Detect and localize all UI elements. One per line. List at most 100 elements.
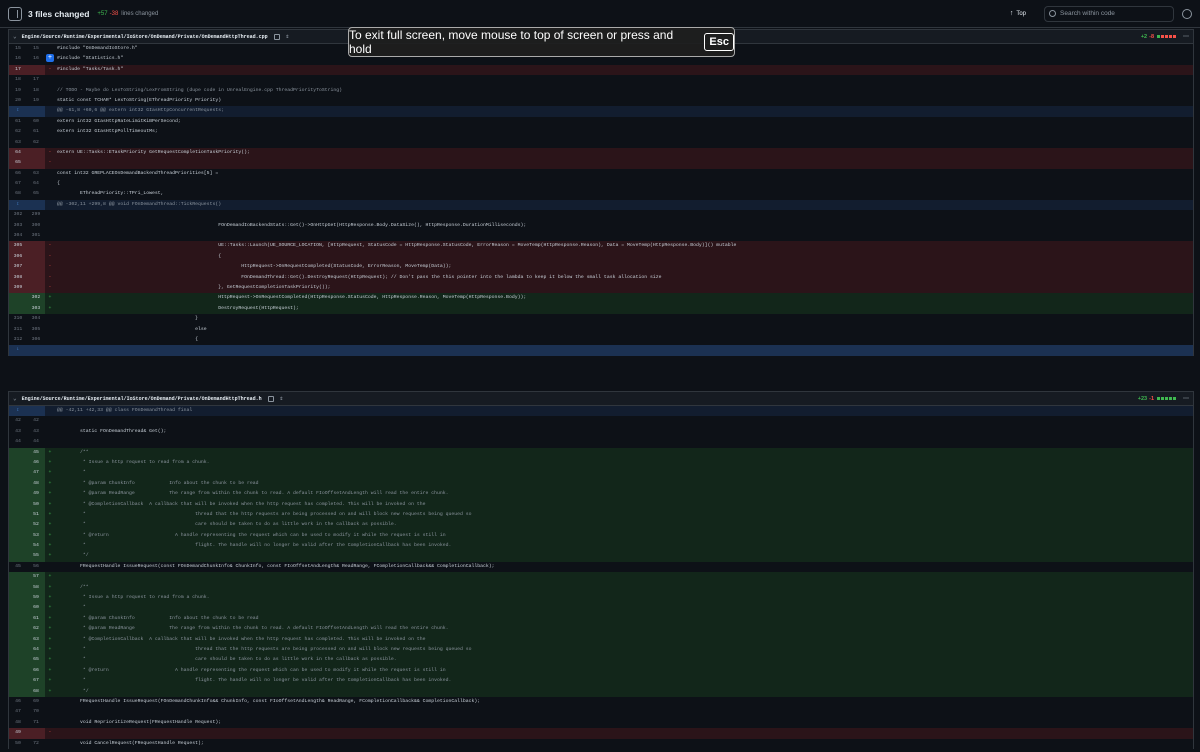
- old-line-number[interactable]: [9, 665, 27, 677]
- old-line-number[interactable]: [9, 644, 27, 656]
- new-line-number[interactable]: 55: [27, 551, 45, 562]
- new-line-number[interactable]: 42: [27, 416, 45, 426]
- old-line-number[interactable]: 67: [9, 179, 27, 189]
- expand-down-icon[interactable]: ↓: [9, 345, 27, 355]
- old-line-number[interactable]: 310: [9, 314, 27, 324]
- new-line-number[interactable]: 63: [27, 169, 45, 179]
- old-line-number[interactable]: [9, 530, 27, 542]
- file-tree-toggle-icon[interactable]: [8, 6, 22, 21]
- new-line-number[interactable]: [27, 251, 45, 263]
- new-line-number[interactable]: [27, 158, 45, 169]
- old-line-number[interactable]: 303: [9, 221, 27, 231]
- new-line-number[interactable]: 61: [27, 127, 45, 137]
- top-button[interactable]: ↑ Top: [1010, 10, 1026, 17]
- old-line-number[interactable]: [9, 478, 27, 490]
- new-line-number[interactable]: 59: [27, 593, 45, 604]
- old-line-number[interactable]: [9, 499, 27, 510]
- old-line-number[interactable]: 307: [9, 262, 27, 273]
- old-line-number[interactable]: [9, 293, 27, 304]
- old-line-number[interactable]: 19: [9, 86, 27, 96]
- old-line-number[interactable]: [9, 541, 27, 552]
- new-line-number[interactable]: [27, 147, 45, 159]
- old-line-number[interactable]: [9, 303, 27, 315]
- new-line-number[interactable]: 62: [27, 624, 45, 635]
- new-line-number[interactable]: 61: [27, 613, 45, 625]
- old-line-number[interactable]: [9, 572, 27, 583]
- old-line-number[interactable]: 18: [9, 75, 27, 85]
- old-line-number[interactable]: [9, 676, 27, 687]
- old-line-number[interactable]: [9, 489, 27, 500]
- expand-icon[interactable]: ⇕: [280, 395, 284, 402]
- new-line-number[interactable]: 300: [27, 221, 45, 231]
- old-line-number[interactable]: [9, 624, 27, 635]
- old-line-number[interactable]: [9, 613, 27, 625]
- new-line-number[interactable]: 45: [27, 447, 45, 458]
- add-comment-button[interactable]: +: [46, 54, 54, 63]
- old-line-number[interactable]: [9, 582, 27, 594]
- new-line-number[interactable]: 72: [27, 739, 45, 749]
- search-box[interactable]: [1044, 5, 1174, 22]
- old-line-number[interactable]: 62: [9, 127, 27, 137]
- hunk-header-row[interactable]: ↕ @@ -42,11 +42,33 @@ class FOnDemandThre…: [9, 406, 1193, 417]
- old-line-number[interactable]: 15: [9, 44, 27, 54]
- hunk-header-row[interactable]: ↕ @@ -61,8 +60,6 @@ extern int32 GIasHttp…: [9, 106, 1193, 117]
- copy-icon[interactable]: [273, 33, 280, 40]
- new-line-number[interactable]: 66: [27, 665, 45, 677]
- new-line-number[interactable]: 54: [27, 541, 45, 552]
- old-line-number[interactable]: 66: [9, 169, 27, 179]
- new-line-number[interactable]: 62: [27, 138, 45, 148]
- old-line-number[interactable]: 17: [9, 64, 27, 76]
- old-line-number[interactable]: 311: [9, 325, 27, 335]
- old-line-number[interactable]: 43: [9, 427, 27, 437]
- old-line-number[interactable]: 50: [9, 739, 27, 749]
- new-line-number[interactable]: 56: [27, 562, 45, 572]
- old-line-number[interactable]: [9, 593, 27, 604]
- new-line-number[interactable]: 17: [27, 75, 45, 85]
- old-line-number[interactable]: 309: [9, 282, 27, 294]
- new-line-number[interactable]: 19: [27, 96, 45, 106]
- old-line-number[interactable]: 304: [9, 231, 27, 241]
- new-line-number[interactable]: 52: [27, 520, 45, 531]
- new-line-number[interactable]: 69: [27, 697, 45, 707]
- old-line-number[interactable]: 47: [9, 707, 27, 717]
- old-line-number[interactable]: [9, 509, 27, 521]
- old-line-number[interactable]: 63: [9, 138, 27, 148]
- new-line-number[interactable]: [27, 272, 45, 283]
- new-line-number[interactable]: [27, 728, 45, 739]
- new-line-number[interactable]: [27, 64, 45, 76]
- new-line-number[interactable]: 65: [27, 655, 45, 666]
- new-line-number[interactable]: 303: [27, 303, 45, 315]
- old-line-number[interactable]: [9, 520, 27, 531]
- new-line-number[interactable]: 16: [27, 54, 45, 64]
- old-line-number[interactable]: 49: [9, 728, 27, 739]
- new-line-number[interactable]: 60: [27, 117, 45, 127]
- gear-icon[interactable]: [1182, 8, 1192, 19]
- new-line-number[interactable]: 58: [27, 582, 45, 594]
- old-line-number[interactable]: 46: [9, 697, 27, 707]
- new-line-number[interactable]: 43: [27, 427, 45, 437]
- new-line-number[interactable]: 306: [27, 335, 45, 345]
- new-line-number[interactable]: 46: [27, 457, 45, 469]
- hunk-header-row[interactable]: ↕ @@ -302,11 +299,8 @@ void FOnDemandThre…: [9, 199, 1193, 211]
- expand-hunk-icon[interactable]: ↕: [9, 406, 27, 417]
- new-line-number[interactable]: 49: [27, 489, 45, 500]
- old-line-number[interactable]: 44: [9, 437, 27, 447]
- old-line-number[interactable]: [9, 686, 27, 697]
- old-line-number[interactable]: [9, 468, 27, 479]
- old-line-number[interactable]: 16: [9, 54, 27, 64]
- old-line-number[interactable]: 312: [9, 335, 27, 345]
- new-line-number[interactable]: 51: [27, 509, 45, 521]
- old-line-number[interactable]: 42: [9, 416, 27, 426]
- new-line-number[interactable]: [27, 262, 45, 273]
- old-line-number[interactable]: 306: [9, 251, 27, 263]
- new-line-number[interactable]: 47: [27, 468, 45, 479]
- new-line-number[interactable]: 302: [27, 293, 45, 304]
- new-line-number[interactable]: 63: [27, 634, 45, 645]
- collapse-chevron-icon[interactable]: ⌄: [13, 395, 17, 402]
- new-line-number[interactable]: 65: [27, 189, 45, 199]
- old-line-number[interactable]: [9, 634, 27, 645]
- new-line-number[interactable]: 305: [27, 325, 45, 335]
- old-line-number[interactable]: 308: [9, 272, 27, 283]
- new-line-number[interactable]: [27, 241, 45, 252]
- old-line-number[interactable]: [9, 603, 27, 614]
